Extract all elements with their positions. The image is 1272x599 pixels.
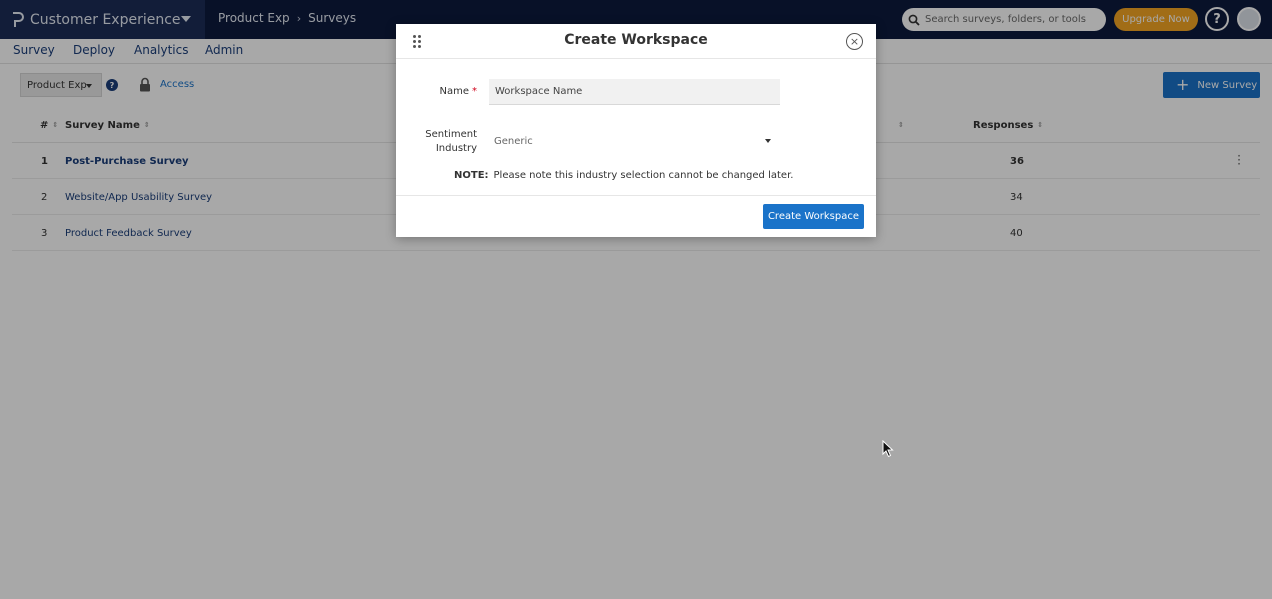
create-workspace-button[interactable]: Create Workspace [763,204,864,229]
workspace-name-input[interactable] [489,79,780,105]
mouse-cursor-icon [882,440,894,458]
required-mark: * [472,86,477,97]
dialog-header: Create Workspace × [396,24,876,59]
industry-select[interactable]: Generic [489,128,780,154]
caret-down-icon [765,139,771,143]
dialog-divider [396,195,876,196]
industry-label: Sentiment Industry [425,129,477,154]
name-label: Name * [439,86,477,97]
industry-note: NOTE: Please note this industry selection… [454,170,794,181]
industry-select-value: Generic [494,135,533,147]
create-workspace-dialog: Create Workspace × Name* Sentiment Indus… [396,24,876,237]
dialog-title: Create Workspace [564,32,708,48]
close-icon[interactable]: × [846,33,863,50]
